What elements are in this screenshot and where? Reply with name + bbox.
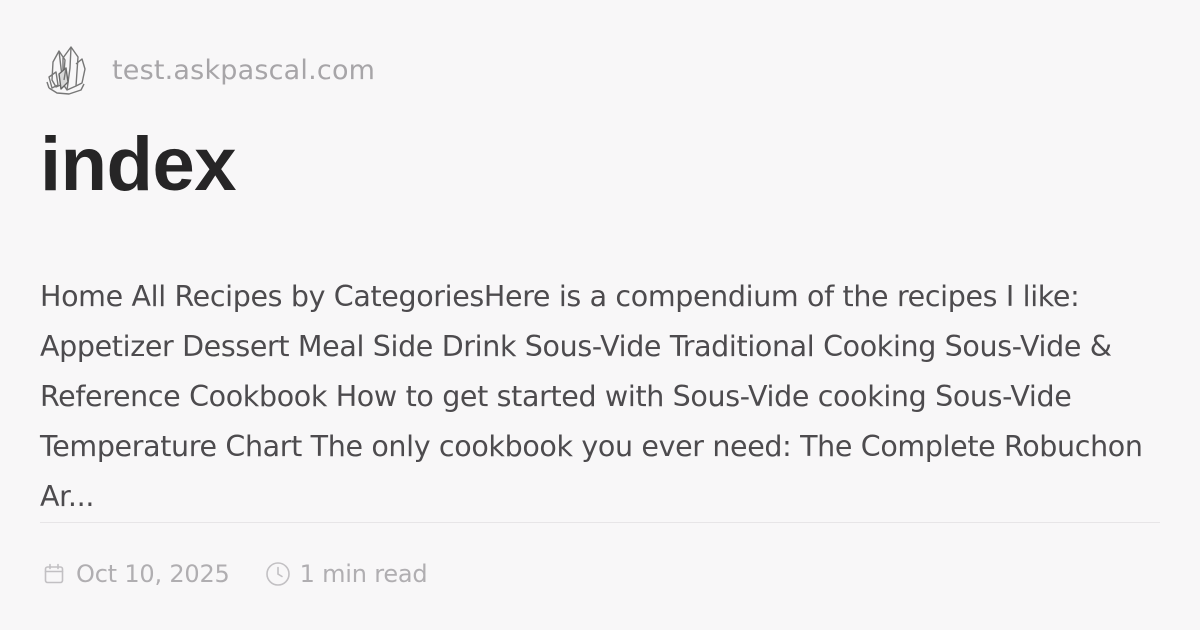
preview-card: test.askpascal.com index Home All Recipe…: [40, 40, 1160, 600]
post-meta: Oct 10, 2025 1 min read: [40, 554, 428, 594]
crystal-cluster-icon: [40, 42, 92, 98]
read-time: 1 min read: [264, 560, 428, 588]
calendar-icon: [40, 560, 68, 588]
clock-icon: [264, 560, 292, 588]
site-header: test.askpascal.com: [40, 40, 375, 100]
read-time-text: 1 min read: [299, 560, 428, 588]
divider: [40, 522, 1160, 523]
publish-date-text: Oct 10, 2025: [76, 560, 230, 588]
publish-date: Oct 10, 2025: [40, 560, 230, 588]
site-domain[interactable]: test.askpascal.com: [112, 55, 375, 86]
page-description: Home All Recipes by CategoriesHere is a …: [40, 280, 1143, 513]
page-title: index: [40, 122, 237, 207]
